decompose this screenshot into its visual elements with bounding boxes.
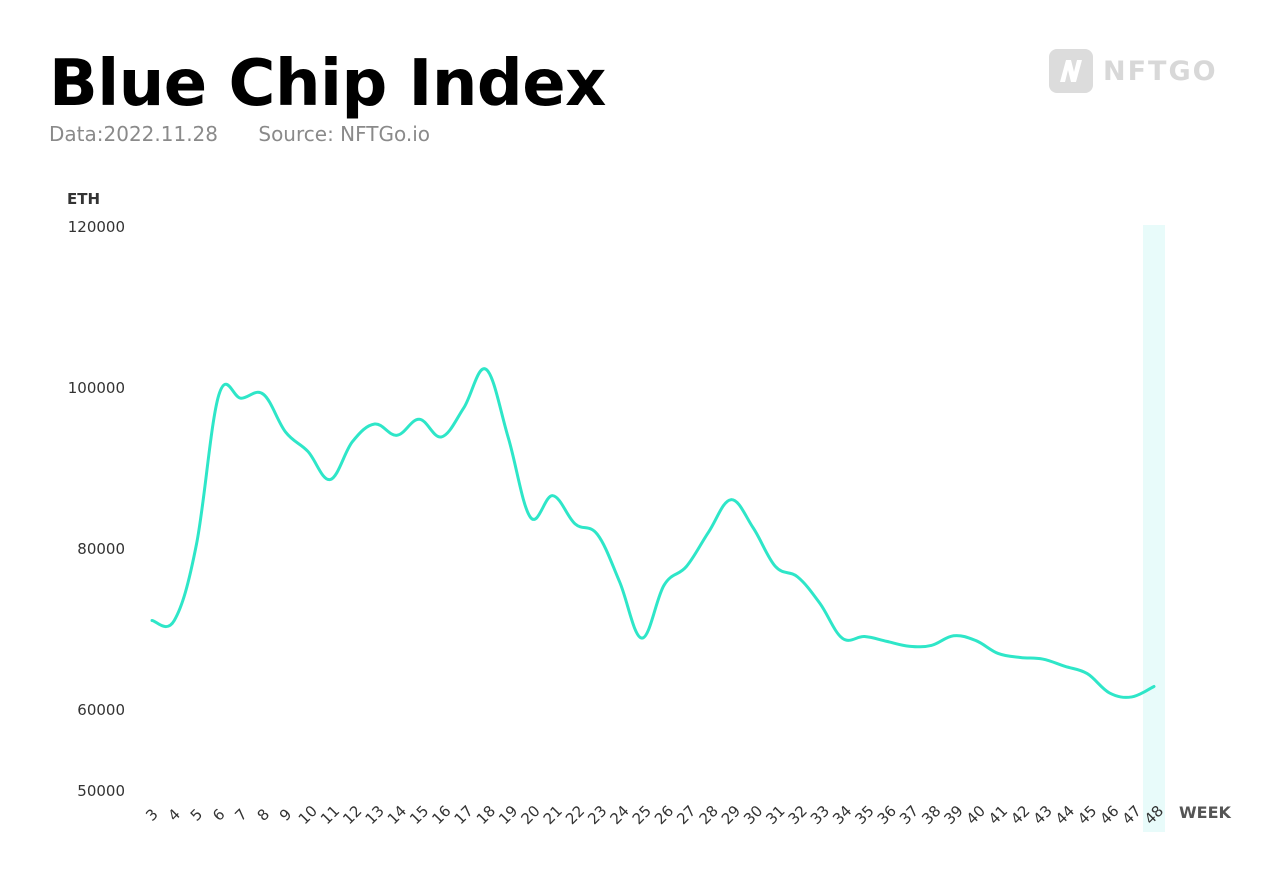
x-tick-label: 5 (187, 805, 206, 824)
x-tick-label: 9 (276, 805, 295, 824)
x-tick-label: 3 (142, 805, 161, 824)
y-tick-label: 100000 (68, 379, 125, 397)
data-points (150, 367, 1156, 699)
y-tick-label: 120000 (68, 218, 125, 236)
x-axis-ticks: 3 4 5 6 7 8 9 101112131415161718192021222324252… (142, 802, 1167, 828)
x-tick-label: 4 (165, 805, 184, 824)
y-tick-label: 50000 (77, 782, 125, 800)
x-tick-label: 6 (209, 805, 228, 824)
y-axis-label: ETH (67, 190, 100, 208)
highlight-band (1143, 225, 1165, 832)
y-tick-label: 80000 (77, 540, 125, 558)
x-axis-label: WEEK (1179, 803, 1232, 822)
x-tick-label: 8 (254, 805, 273, 824)
line-chart: ETH 50000 60000 80000 100000 120000 34567891… (67, 190, 1232, 832)
y-axis-ticks: 50000 60000 80000 100000 120000 (68, 218, 125, 800)
x-tick-label: 7 (231, 805, 250, 824)
y-tick-label: 60000 (77, 701, 125, 719)
series-line (150, 367, 1156, 699)
